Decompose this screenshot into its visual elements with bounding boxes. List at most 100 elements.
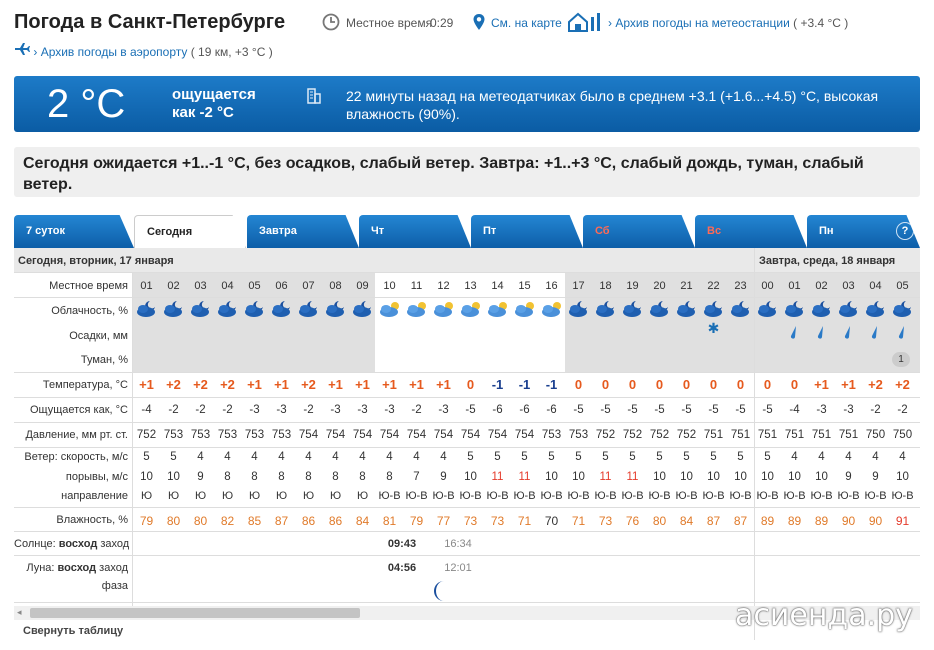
header: Погода в Санкт-Петербурге Местное время … [14,10,924,34]
direction-cell: Ю [275,490,288,502]
humidity-cell: 71 [571,514,586,528]
humidity-cell: 87 [274,514,289,528]
pressure-cell: 753 [163,429,184,441]
temp-cell: 0 [682,377,691,392]
humidity-cell: 91 [895,514,910,528]
tab-monday[interactable]: Пн? [807,215,920,248]
humidity-cell: 80 [193,514,208,528]
humidity-cell: 73 [598,514,613,528]
day-tabs: 7 суток Сегодня Завтра Чт Пт Сб Вс Пн? [14,215,920,248]
direction-cell: Ю-В [891,490,914,502]
hour-cell: 23 [734,280,747,292]
hour-cell: 14 [491,280,504,292]
humidity-cell: 86 [328,514,343,528]
hour-cell: 10 [383,280,396,292]
wind-cell: 5 [602,451,609,463]
direction-cell: Ю-В [783,490,806,502]
gusts-cell: 8 [359,471,366,483]
gusts-cell: 9 [440,471,447,483]
label-wind: Ветер: скорость, м/с [24,451,128,463]
temp-cell: +2 [166,377,181,392]
temp-cell: +1 [355,377,370,392]
label-temp: Температура, °C [42,379,128,391]
gusts-cell: 10 [734,471,747,483]
direction-cell: Ю-В [378,490,401,502]
feels-cell: -2 [411,404,422,416]
tab-friday[interactable]: Пт [471,215,583,248]
cloud-icon [188,299,213,322]
pressure-cell: 753 [217,429,238,441]
feels-cell: -3 [330,404,341,416]
label-pressure: Давление, мм рт. ст. [25,429,128,441]
pressure-cell: 751 [784,429,805,441]
tab-saturday[interactable]: Сб [583,215,695,248]
tab-sunday[interactable]: Вс [695,215,807,248]
wind-cell: 5 [629,451,636,463]
humidity-cell: 73 [463,514,478,528]
cloud-icon [377,299,402,322]
tab-tomorrow[interactable]: Завтра [247,215,359,248]
current-weather-panel: 2 °C ощущается как -2 °C 22 минуты назад … [14,76,920,132]
collapse-table-link[interactable]: Свернуть таблицу [23,625,123,637]
hour-cell: 04 [221,280,234,292]
label-time: Местное время [49,280,128,292]
cloud-icon [620,299,645,322]
wind-cell: 5 [521,451,528,463]
wind-cell: 5 [764,451,771,463]
gusts-cell: 11 [626,471,639,483]
tab-7-days[interactable]: 7 суток [14,215,134,248]
scroll-left-icon[interactable]: ◂ [17,607,22,618]
direction-cell: Ю-В [837,490,860,502]
gusts-cell: 9 [872,471,879,483]
humidity-cell: 86 [301,514,316,528]
gusts-cell: 10 [761,471,774,483]
pressure-cell: 752 [649,429,670,441]
tab-thursday[interactable]: Чт [359,215,471,248]
rain-drop-icon [787,325,801,342]
gusts-cell: 8 [305,471,312,483]
cloud-icon [836,299,861,322]
archive-airport-info: ( 19 км, +3 °C ) [190,45,273,59]
direction-cell: Ю-В [567,490,590,502]
feels-cell: -3 [276,404,287,416]
direction-cell: Ю-В [864,490,887,502]
wind-cell: 5 [710,451,717,463]
temp-cell: 0 [763,377,772,392]
hour-cell: 09 [356,280,369,292]
hour-cell: 15 [518,280,531,292]
temp-cell: +1 [274,377,289,392]
help-icon[interactable]: ? [896,222,914,240]
temp-cell: +2 [220,377,235,392]
wind-cell: 5 [575,451,582,463]
sensor-text: 22 минуты назад на метеодатчиках было в … [346,88,879,122]
direction-cell: Ю-В [621,490,644,502]
direction-cell: Ю [302,490,315,502]
gusts-cell: 10 [572,471,585,483]
hour-cell: 21 [680,280,693,292]
archive-airport-link[interactable]: › Архив погоды в аэропорту [33,45,187,59]
pressure-cell: 752 [595,429,616,441]
today-date-header: Сегодня, вторник, 17 января [18,255,174,267]
humidity-cell: 89 [814,514,829,528]
hour-cell: 20 [653,280,666,292]
gusts-cell: 8 [386,471,393,483]
wind-cell: 4 [791,451,798,463]
hour-cell: 01 [788,280,801,292]
gusts-cell: 11 [599,471,612,483]
tab-today[interactable]: Сегодня [134,215,246,248]
temp-cell: 0 [574,377,583,392]
direction-cell: Ю [356,490,369,502]
humidity-cell: 90 [868,514,883,528]
cloud-icon [647,299,672,322]
temp-cell: -1 [518,377,531,392]
label-gusts: порывы, м/с [65,471,128,483]
temp-cell: 0 [655,377,664,392]
pressure-cell: 754 [433,429,454,441]
map-link[interactable]: См. на карте [491,16,562,30]
cloud-icon [242,299,267,322]
scrollbar-thumb[interactable] [30,608,360,618]
archive-station-link[interactable]: › Архив погоды на метеостанции ( +3.4 °C… [608,16,848,30]
gusts-cell: 8 [251,471,258,483]
humidity-cell: 71 [517,514,532,528]
gusts-cell: 10 [464,471,477,483]
